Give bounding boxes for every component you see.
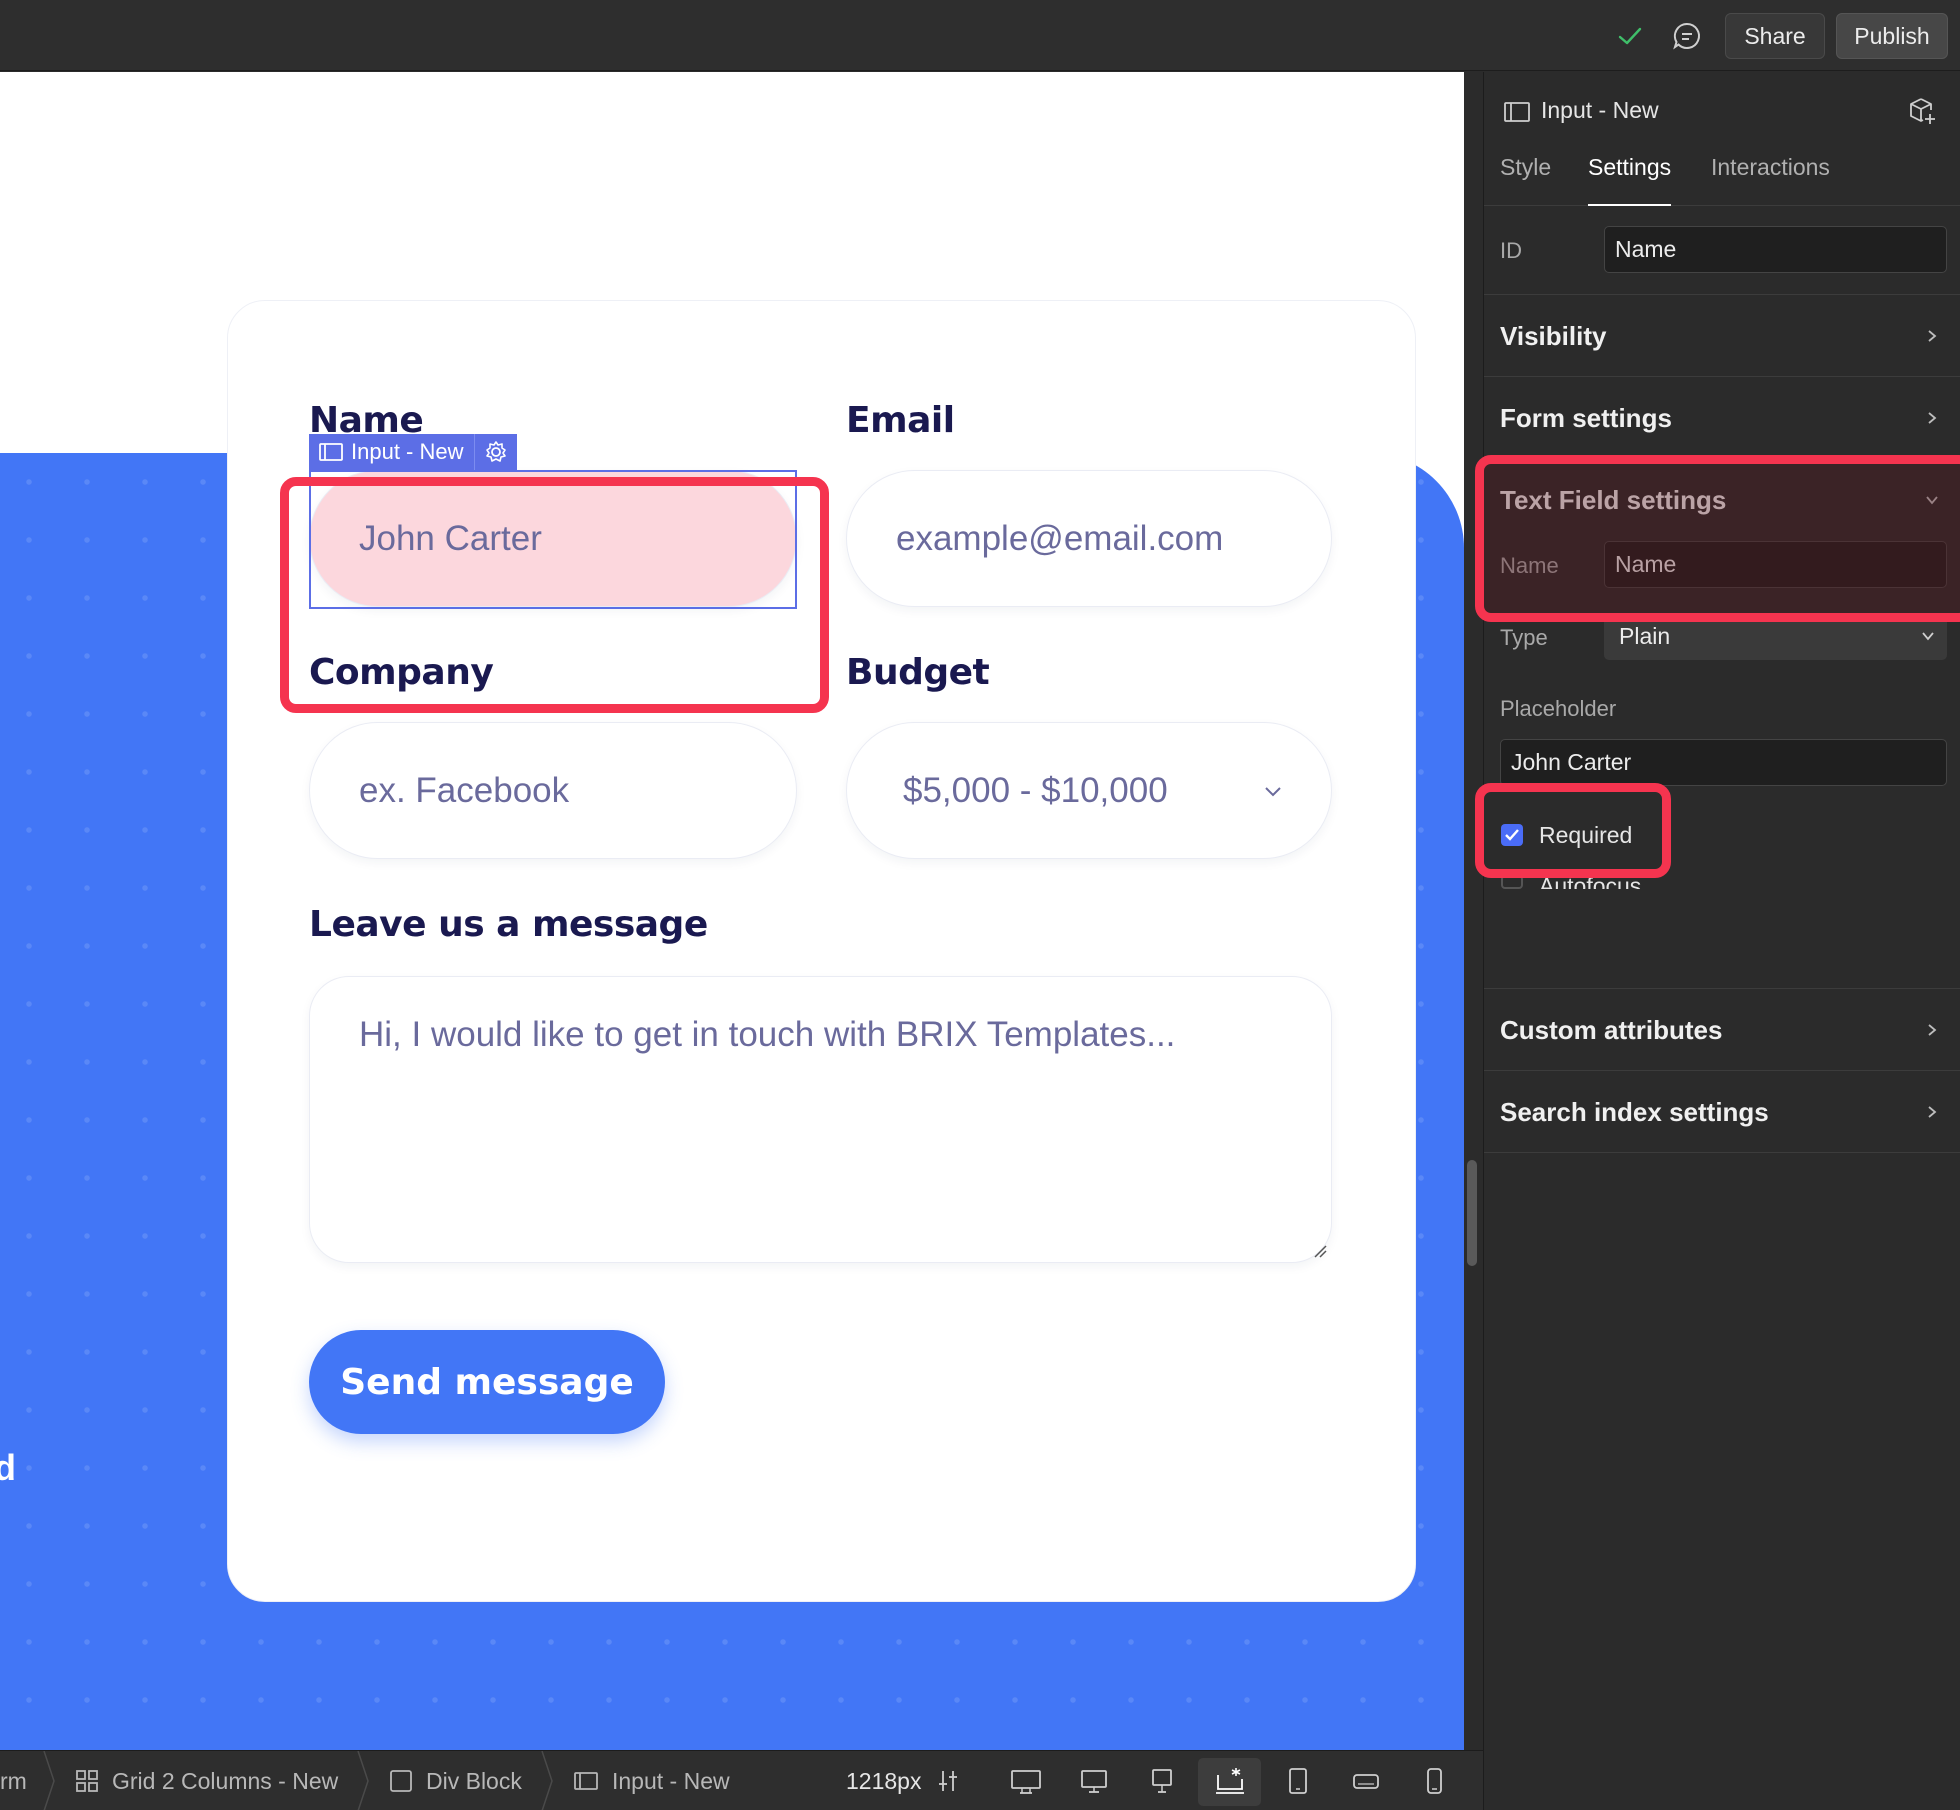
- visibility-title: Visibility: [1500, 321, 1607, 351]
- breadcrumb-div-block[interactable]: Div Block: [390, 1751, 522, 1810]
- breadcrumb-separator-icon: [43, 1751, 55, 1810]
- section-visibility[interactable]: Visibility: [1484, 295, 1960, 377]
- type-select-value: Plain: [1619, 623, 1671, 649]
- share-button[interactable]: Share: [1725, 13, 1825, 59]
- chevron-right-icon: [1928, 1024, 1937, 1036]
- message-label: Leave us a message: [309, 904, 708, 945]
- message-textarea[interactable]: Hi, I would like to get in touch with BR…: [309, 976, 1332, 1263]
- name-field-input[interactable]: Name: [1604, 541, 1947, 588]
- breadcrumb-grid[interactable]: Grid 2 Columns - New: [76, 1751, 338, 1810]
- selection-tag-text: Input - New: [351, 439, 464, 464]
- breakpoint-1280-icon[interactable]: [1146, 1765, 1178, 1797]
- type-select[interactable]: Plain: [1604, 613, 1947, 660]
- section-form-settings[interactable]: Form settings: [1484, 377, 1960, 459]
- placeholder-label: Placeholder: [1500, 696, 1617, 721]
- gear-icon[interactable]: [475, 434, 517, 470]
- breadcrumb-form[interactable]: rm: [0, 1751, 27, 1810]
- input-element-icon: [319, 443, 343, 461]
- chevron-right-icon: [1928, 412, 1937, 424]
- placeholder-input[interactable]: John Carter: [1500, 739, 1947, 786]
- type-label: Type: [1500, 625, 1548, 650]
- form-settings-title: Form settings: [1500, 403, 1672, 433]
- breadcrumb-separator-icon: [357, 1751, 369, 1810]
- chevron-right-icon: [1928, 1106, 1937, 1118]
- breakpoint-1440-icon[interactable]: [1078, 1765, 1110, 1797]
- breadcrumb-label: Div Block: [426, 1767, 522, 1794]
- breakpoint-desktop-base-icon[interactable]: [1214, 1765, 1246, 1797]
- section-custom-attributes[interactable]: Custom attributes: [1484, 989, 1960, 1071]
- top-bar: Share Publish: [0, 0, 1960, 71]
- message-placeholder: Hi, I would like to get in touch with BR…: [359, 1015, 1176, 1054]
- saved-check-icon: [1618, 27, 1642, 45]
- publish-button[interactable]: Publish: [1836, 13, 1948, 59]
- required-checkbox[interactable]: [1501, 824, 1523, 846]
- breakpoint-mobile-landscape-icon[interactable]: [1350, 1765, 1382, 1797]
- grid-icon: [76, 1770, 98, 1792]
- checkmark-icon: [1505, 829, 1519, 841]
- chevron-down-icon: [1265, 787, 1281, 797]
- resize-handle-icon[interactable]: [1313, 1244, 1327, 1258]
- breadcrumb-label: Grid 2 Columns - New: [112, 1767, 339, 1794]
- budget-label: Budget: [846, 652, 990, 693]
- autofocus-checkbox[interactable]: [1501, 875, 1523, 889]
- breakpoint-tablet-icon[interactable]: [1282, 1765, 1314, 1797]
- designer-canvas[interactable]: d Name John Carter Email example@email.c…: [0, 72, 1464, 1750]
- section-text-field-settings: Text Field settings Name Name Type Plain…: [1484, 459, 1960, 989]
- width-adjust-icon: [939, 1771, 958, 1791]
- email-label: Email: [846, 400, 955, 441]
- id-section-divider: [1484, 72, 1960, 295]
- breadcrumb-separator-icon: [541, 1751, 553, 1810]
- send-message-button[interactable]: Send message: [309, 1330, 665, 1434]
- chevron-down-icon[interactable]: [1925, 493, 1939, 507]
- text-field-settings-title[interactable]: Text Field settings: [1500, 485, 1726, 516]
- selection-tag[interactable]: Input - New: [309, 434, 517, 470]
- section-search-index[interactable]: Search index settings: [1484, 1071, 1960, 1153]
- chevron-right-icon: [1928, 330, 1937, 342]
- budget-select[interactable]: $5,000 - $10,000: [846, 722, 1332, 859]
- autofocus-label: Autofocus: [1539, 873, 1642, 889]
- budget-select-value: $5,000 - $10,000: [903, 770, 1168, 810]
- canvas-width-control[interactable]: 1218px: [846, 1751, 961, 1810]
- name-input[interactable]: John Carter: [309, 470, 797, 607]
- company-label: Company: [309, 652, 494, 693]
- canvas-scrollbar[interactable]: [1467, 1160, 1477, 1266]
- required-label: Required: [1539, 822, 1633, 848]
- input-element-icon: [574, 1772, 598, 1790]
- custom-attributes-title: Custom attributes: [1500, 1015, 1723, 1045]
- breakpoint-mobile-portrait-icon[interactable]: [1418, 1765, 1450, 1797]
- name-field-label: Name: [1500, 553, 1559, 578]
- div-block-icon: [390, 1770, 412, 1792]
- breadcrumb-label: rm: [0, 1767, 27, 1794]
- canvas-width-readout: 1218px: [846, 1767, 922, 1794]
- selection-tag-label: Input - New: [309, 434, 475, 470]
- company-input[interactable]: ex. Facebook: [309, 722, 797, 859]
- breakpoint-1920-icon[interactable]: [1010, 1765, 1042, 1797]
- breadcrumb-input[interactable]: Input - New: [574, 1751, 730, 1810]
- email-input[interactable]: example@email.com: [846, 470, 1332, 607]
- breadcrumb-bar: rm Grid 2 Columns - New Div Block Input …: [0, 1750, 1483, 1810]
- comment-icon[interactable]: [1671, 20, 1703, 52]
- settings-panel: Input - New Style Settings Interactions …: [1475, 72, 1960, 1810]
- chevron-down-icon: [1922, 632, 1934, 641]
- breadcrumb-label: Input - New: [612, 1767, 730, 1794]
- cut-off-text: d: [0, 1447, 16, 1488]
- search-index-title: Search index settings: [1500, 1097, 1769, 1127]
